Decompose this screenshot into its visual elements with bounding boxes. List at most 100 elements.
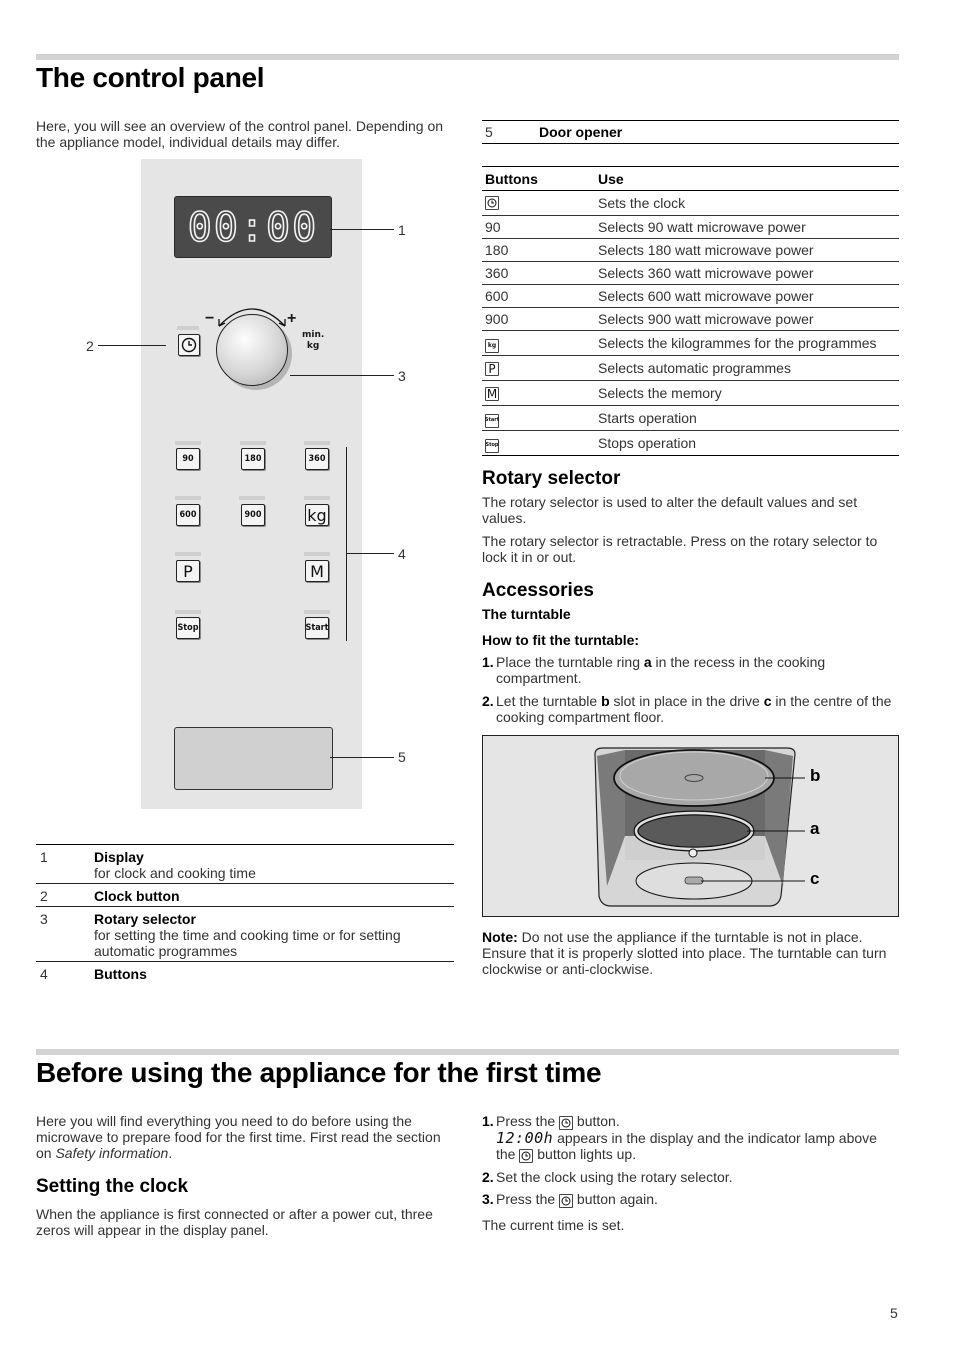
table-row: Sets the clock [482,191,899,216]
door-opener-button[interactable] [174,727,333,790]
indicator-lamp [175,552,201,556]
callout-line-3 [290,375,394,376]
page-number: 5 [890,1305,898,1321]
indicator-lamp [240,441,266,445]
clock-icon [519,1149,534,1163]
stop-icon: Stop [485,438,499,453]
rotary-paragraph-2: The rotary selector is retractable. Pres… [482,533,878,565]
knob-plus-label: + [287,310,297,327]
programme-button[interactable]: P [176,560,200,582]
label-b: b [810,766,821,785]
table-row: 600 Selects 600 watt microwave power [482,285,899,308]
display-12-00h: 12:00h [496,1129,554,1147]
kg-button[interactable]: kg [305,504,329,526]
power-600-button[interactable]: 600 [176,504,200,526]
memory-icon: M [485,387,499,401]
indicator-lamp [175,610,201,614]
clock-icon [181,337,197,353]
power-900-button[interactable]: 900 [241,504,265,526]
callout-2: 2 [86,338,94,354]
legend-row: 3 Rotary selector for setting the time an… [36,907,454,962]
turntable-plate [613,749,775,807]
clock-icon [559,1116,574,1130]
accessories-heading: Accessories [482,580,594,601]
intro-text: Here, you will see an overview of the co… [36,118,444,150]
legend-row-door-opener: 5 Door opener [482,120,899,144]
setting-clock-text: When the appliance is first connected or… [36,1206,433,1238]
kg-icon: kg [485,338,499,353]
table-row: 180 Selects 180 watt microwave power [482,239,899,262]
rotary-selector-knob[interactable] [216,314,288,386]
power-360-button[interactable]: 360 [305,448,329,470]
clock-icon [485,196,499,210]
legend-table: 1 Display for clock and cooking time 2 Cl… [36,844,454,984]
label-c: c [810,869,820,888]
indicator-lamp [175,496,201,500]
table-row: 360 Selects 360 watt microwave power [482,262,899,285]
indicator-lamp [304,441,330,445]
turntable-figure: b a c [482,735,899,917]
power-180-button[interactable]: 180 [241,448,265,470]
stop-button[interactable]: Stop [176,617,200,639]
step-item: 1. Press the button. 12:00h appears in t… [482,1113,877,1163]
callout-bracket-4 [346,447,347,641]
microwave-cavity-illustration [594,747,805,907]
rotary-paragraph-1: The rotary selector is used to alter the… [482,494,858,526]
indicator-lamp [175,441,201,445]
table-row: 90 Selects 90 watt microwave power [482,216,899,239]
drive-hub [684,876,704,885]
section-divider [36,1049,899,1055]
legend-row: 1 Display for clock and cooking time [36,845,454,884]
callout-3: 3 [398,368,406,384]
indicator-lamp [304,552,330,556]
legend-row: 4 Buttons [40,966,147,982]
setting-clock-heading: Setting the clock [36,1176,189,1197]
clock-button[interactable] [178,334,200,356]
callout-line-1 [330,229,394,230]
programme-icon: P [485,362,499,376]
section-divider [36,54,899,60]
callout-line-5 [330,757,394,758]
power-90-button[interactable]: 90 [176,448,200,470]
turntable-subheading: The turntable [482,606,571,622]
buttons-table: Buttons Use Sets the clock 90 Selects 90… [482,166,899,456]
indicator-lamp [304,496,330,500]
clock-indicator-lamp [177,326,199,330]
section-title-first-use: Before using the appliance for the first… [36,1057,602,1088]
table-row: Stop Stops operation [482,431,899,456]
memory-button[interactable]: M [305,560,329,582]
step-item: 3. Press the button again. [482,1191,658,1208]
label-a: a [810,819,820,838]
table-row: Start Starts operation [482,406,899,431]
turntable-steps: 1. Place the turntable ring a in the rec… [482,654,899,732]
table-row: P Selects automatic programmes [482,356,899,381]
page-title: The control panel [36,62,265,93]
step-item: 2. Let the turntable b slot in place in … [482,693,892,725]
display-panel: 00:00 [174,196,332,258]
indicator-lamp [304,610,330,614]
callout-4: 4 [398,546,406,562]
callout-1: 1 [398,222,406,238]
start-icon: Start [485,413,499,428]
callout-line-2 [98,345,166,346]
callout-line-4 [346,553,394,554]
clock-steps: 1. Press the button. 12:00h appears in t… [482,1113,899,1214]
knob-unit-label: min. kg [302,330,325,351]
table-row: kg Selects the kilogrammes for the progr… [482,331,899,356]
clock-icon [559,1194,574,1208]
display-readout: 00:00 [187,204,319,252]
step-item: 2. Set the clock using the rotary select… [482,1169,733,1185]
howto-subheading: How to fit the turntable: [482,632,640,648]
first-use-intro: Here you will find everything you need t… [36,1113,441,1161]
step-item: 1. Place the turntable ring a in the rec… [482,654,826,686]
start-button[interactable]: Start [305,617,329,639]
callout-5: 5 [398,749,406,765]
turntable-note: Note: Do not use the appliance if the tu… [482,929,887,977]
rotary-selector-heading: Rotary selector [482,468,621,489]
knob-minus-label: − [205,310,215,327]
clock-result-text: The current time is set. [482,1217,625,1233]
table-row: M Selects the memory [482,381,899,406]
indicator-lamp [239,496,265,500]
table-header: Buttons Use [482,167,899,191]
legend-row: 2 Clock button [36,884,454,907]
